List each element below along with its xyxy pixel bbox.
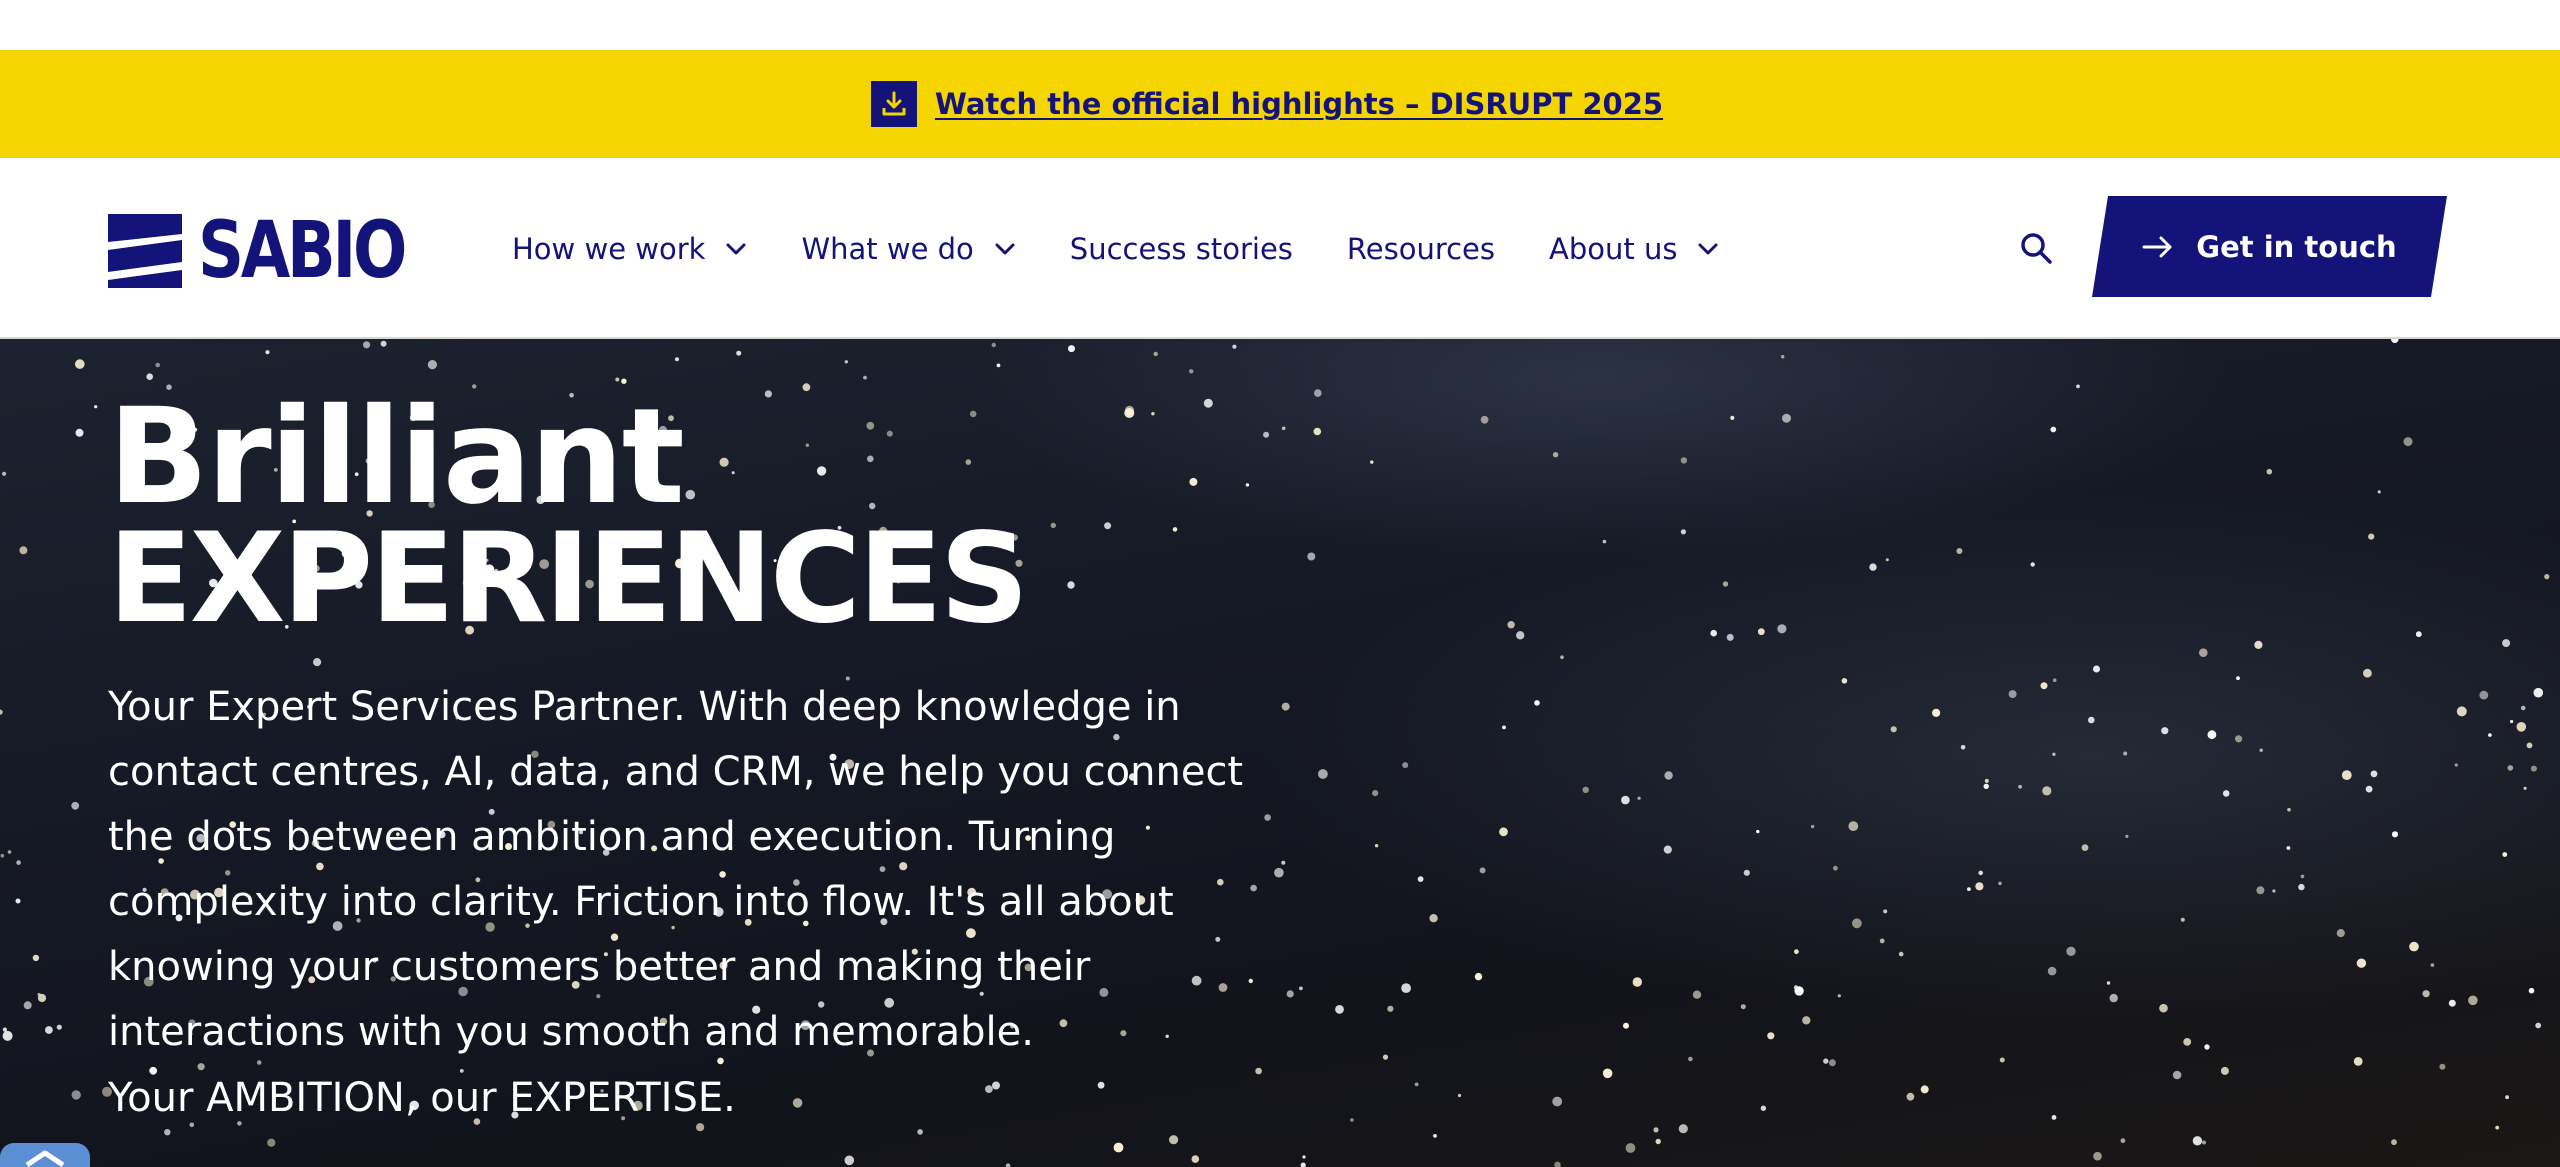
nav-about-us[interactable]: About us bbox=[1549, 232, 1719, 266]
chevron-down-icon bbox=[994, 242, 1016, 256]
sabio-logo[interactable]: SABIO bbox=[108, 212, 449, 290]
logo-text: SABIO bbox=[198, 206, 407, 296]
hero-title-line2: EXPERIENCES bbox=[108, 507, 1029, 651]
search-button[interactable] bbox=[2014, 226, 2058, 270]
hero-section: Brilliant EXPERIENCES Your Expert Servic… bbox=[0, 339, 2560, 1167]
nav-how-we-work[interactable]: How we work bbox=[512, 232, 747, 266]
search-icon bbox=[2021, 233, 2052, 264]
announcement-banner: Watch the official highlights – DISRUPT … bbox=[0, 50, 2560, 158]
arrow-right-icon bbox=[2142, 235, 2174, 259]
highlights-link[interactable]: Watch the official highlights – DISRUPT … bbox=[935, 87, 1663, 121]
get-in-touch-button[interactable]: Get in touch bbox=[2092, 196, 2447, 297]
accessibility-widget-button[interactable] bbox=[0, 1143, 90, 1167]
nav-label: What we do bbox=[801, 231, 974, 266]
widget-icon bbox=[25, 1150, 65, 1167]
site-header: SABIO How we work What we do Success sto… bbox=[0, 158, 2560, 339]
nav-label: Success stories bbox=[1069, 231, 1293, 266]
logo-mark-icon bbox=[108, 214, 182, 288]
hero-tagline: Your AMBITION, our EXPERTISE. bbox=[108, 1075, 736, 1121]
nav-label: How we work bbox=[512, 231, 706, 266]
nav-what-we-do[interactable]: What we do bbox=[801, 232, 1015, 266]
hero-title: Brilliant EXPERIENCES bbox=[108, 380, 1029, 651]
nav-label: About us bbox=[1549, 231, 1678, 266]
nav-label: Resources bbox=[1346, 231, 1496, 266]
top-strip bbox=[0, 0, 2560, 50]
nav-success-stories[interactable]: Success stories bbox=[1070, 232, 1293, 266]
hero-description: Your Expert Services Partner. With deep … bbox=[108, 684, 1244, 1055]
hero-title-line1: Brilliant bbox=[108, 380, 685, 534]
main-nav: How we work What we do Success stories R… bbox=[512, 158, 1773, 339]
cta-label: Get in touch bbox=[2196, 229, 2397, 264]
download-icon[interactable] bbox=[870, 81, 917, 127]
chevron-down-icon bbox=[1697, 242, 1719, 256]
nav-resources[interactable]: Resources bbox=[1347, 232, 1495, 266]
banner-content: Watch the official highlights – DISRUPT … bbox=[870, 81, 1663, 127]
chevron-down-icon bbox=[725, 242, 747, 256]
